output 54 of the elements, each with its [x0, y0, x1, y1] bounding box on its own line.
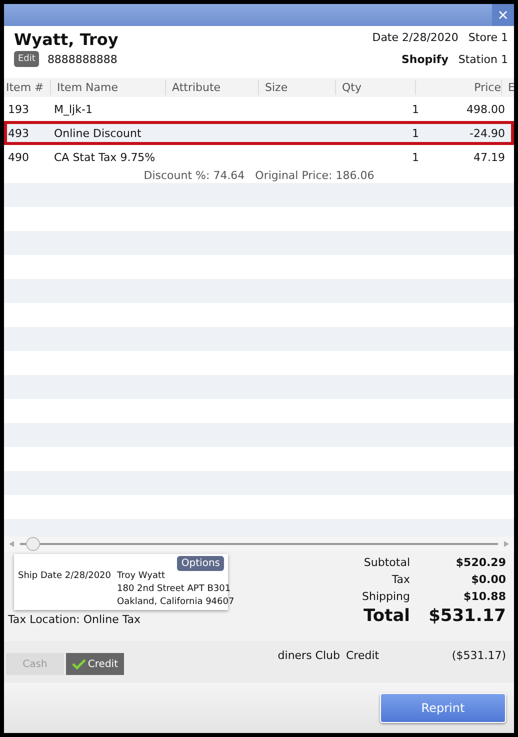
card-name: diners Club: [278, 649, 340, 664]
scroll-left-icon[interactable]: [8, 540, 16, 548]
table-cell-text: 193: [8, 102, 30, 116]
table-cell-text: 47.19: [472, 150, 505, 164]
table-row[interactable]: 493 Online Discount 1 -24.90: [4, 121, 514, 145]
total-label: Shipping: [361, 589, 410, 605]
column-header[interactable]: Item Name: [50, 80, 165, 95]
table-cell-text: -24.90: [468, 126, 505, 140]
table-cell-text: 1: [411, 150, 419, 164]
table-cell-text: 1: [411, 126, 419, 140]
column-header[interactable]: Attribute: [165, 80, 258, 95]
table-row[interactable]: 490 CA Stat Tax 9.75% 1 47.19: [4, 145, 514, 169]
address-line: Oakland, California 94607: [117, 597, 234, 607]
ship-date: Ship Date 2/28/2020: [18, 571, 112, 583]
column-header[interactable]: Price: [415, 80, 501, 95]
check-icon: [72, 658, 86, 670]
table-cell-text: 1: [411, 102, 419, 116]
options-button[interactable]: Options: [177, 556, 224, 571]
address-line: 180 2nd Street APT B301: [117, 584, 232, 594]
payment-type: Credit: [346, 649, 380, 664]
table-cell-text: 490: [8, 150, 30, 164]
discount-note: Discount %: 74.64 Original Price: 186.06: [144, 169, 374, 182]
scroll-thumb[interactable]: [26, 537, 40, 551]
scroll-right-icon[interactable]: [502, 540, 510, 548]
column-header[interactable]: Qty: [335, 80, 415, 95]
table-row[interactable]: 193 M_ljk-1 1 498.00: [4, 97, 514, 121]
total-label: Total: [362, 605, 410, 627]
customer-name: Wyatt, Troy: [14, 30, 118, 49]
edit-button[interactable]: Edit: [14, 51, 40, 67]
channel-label: Shopify: [401, 53, 448, 66]
table-cell-text: 493: [8, 126, 30, 140]
station-label: Station 1: [458, 53, 508, 66]
table-cell-text: CA Stat Tax 9.75%: [54, 150, 156, 164]
horizontal-scrollbar[interactable]: [4, 537, 514, 551]
column-header[interactable]: E: [501, 80, 514, 95]
total-value: $531.17: [428, 605, 506, 627]
total-value: $10.88: [462, 589, 506, 605]
phone-number: 8888888888: [47, 52, 118, 66]
table-cell-text: 498.00: [466, 102, 505, 116]
payment-amount: ($531.17): [450, 649, 506, 664]
column-header[interactable]: Item #: [4, 80, 50, 95]
column-header[interactable]: Size: [258, 80, 335, 95]
total-value: $520.29: [454, 555, 506, 571]
total-label: Subtotal: [362, 555, 410, 571]
payment-button[interactable]: Credit: [66, 653, 124, 675]
total-value: $0.00: [470, 572, 506, 588]
address-line: Troy Wyatt: [117, 571, 166, 581]
date-label: Date 2/28/2020: [372, 31, 458, 44]
store-label: Store 1: [468, 31, 508, 44]
total-label: Tax: [390, 572, 410, 588]
close-button[interactable]: ×: [492, 4, 514, 26]
tax-location: Tax Location: Online Tax: [8, 613, 142, 626]
table-cell-text: M_ljk-1: [54, 102, 94, 116]
table-cell-text: Online Discount: [54, 126, 142, 140]
